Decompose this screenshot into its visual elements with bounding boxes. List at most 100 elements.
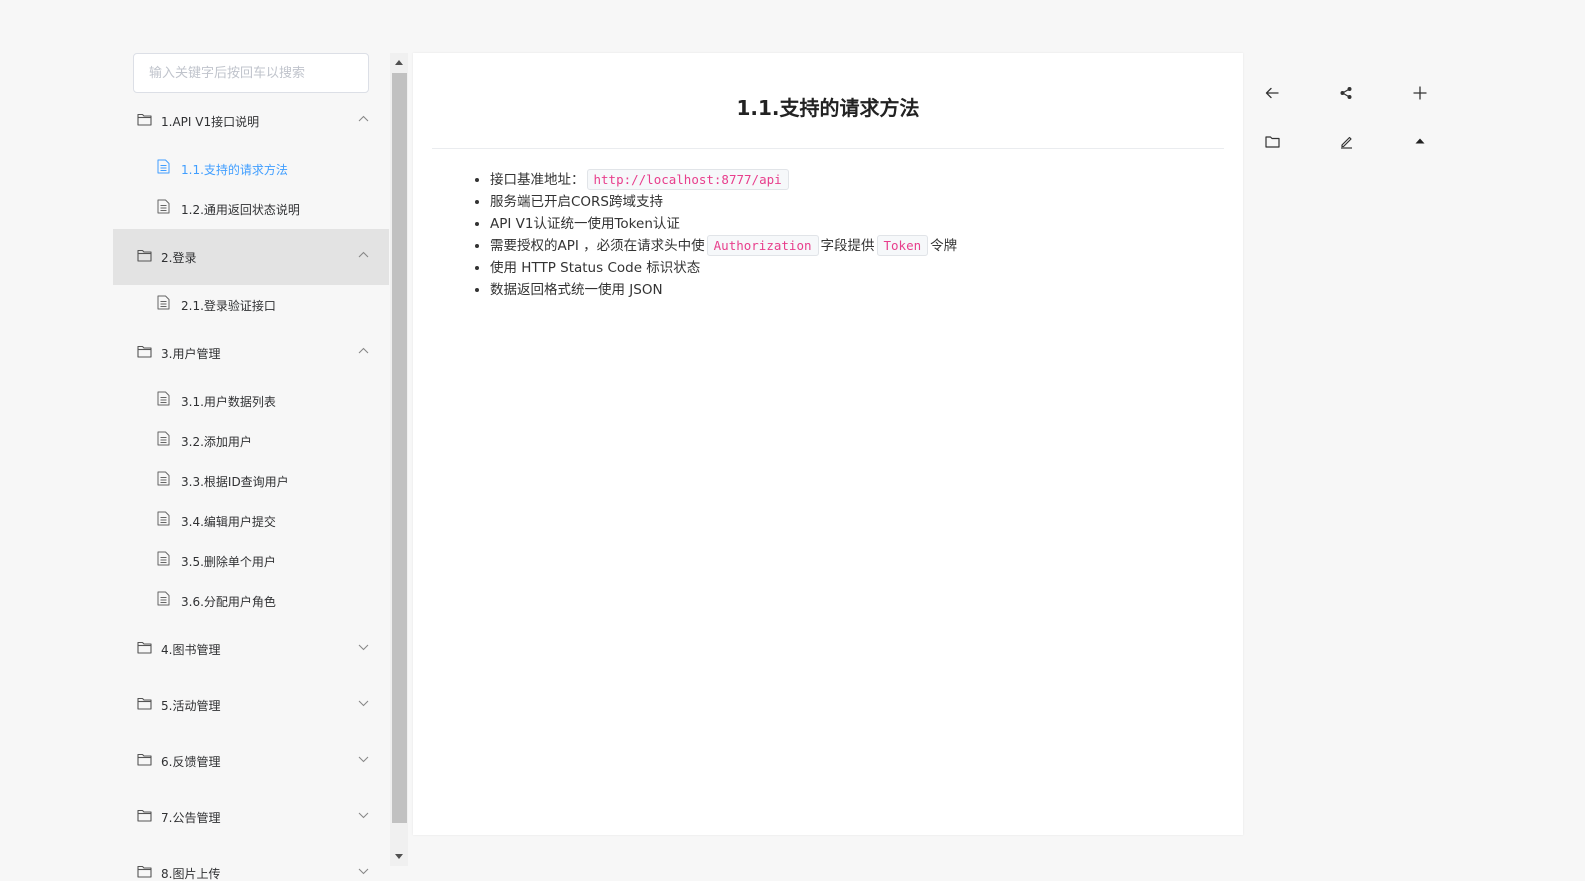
search-wrap [113,53,389,93]
menu-group: 4.图书管理 [113,621,389,677]
base-url-code: http://localhost:8777/api [586,169,789,190]
list-item: 接口基准地址：http://localhost:8777/api [490,169,1243,191]
menu-item-label: 3.2.添加用户 [181,434,252,449]
folder-icon [137,809,152,822]
document-icon [157,391,170,405]
menu-group-header[interactable]: 6.反馈管理 [113,733,389,789]
menu-item[interactable]: 3.5.删除单个用户 [113,541,389,581]
list-item: 服务端已开启CORS跨域支持 [490,191,1243,213]
menu-group-label: 2.登录 [161,250,197,265]
chevron-down-icon [358,700,369,707]
add-button[interactable] [1403,76,1437,110]
menu-group-label: 7.公告管理 [161,810,221,825]
folder-icon [137,249,152,262]
menu-item[interactable]: 3.1.用户数据列表 [113,381,389,421]
bullet-text: 字段提供 [820,238,875,254]
document-icon [157,551,170,565]
doc-content: 1.1.支持的请求方法 接口基准地址：http://localhost:8777… [413,53,1243,835]
document-icon [157,511,170,525]
menu-item[interactable]: 3.6.分配用户角色 [113,581,389,621]
list-item: API V1认证统一使用Token认证 [490,213,1243,235]
list-item: 使用 HTTP Status Code 标识状态 [490,257,1243,279]
title-divider [432,148,1224,149]
menu-group-label: 1.API V1接口说明 [161,114,260,129]
folder-icon [137,697,152,710]
search-input[interactable] [133,53,369,93]
caret-up-icon [1415,138,1425,144]
menu-item[interactable]: 3.2.添加用户 [113,421,389,461]
chevron-down-icon [358,868,369,875]
bullet-text: 接口基准地址： [490,172,585,188]
document-icon [157,431,170,445]
menu-group-header[interactable]: 4.图书管理 [113,621,389,677]
edit-button[interactable] [1329,124,1363,158]
folder-icon [137,345,152,358]
menu-group-header[interactable]: 5.活动管理 [113,677,389,733]
chevron-up-icon [358,251,369,258]
menu-group-header[interactable]: 7.公告管理 [113,789,389,845]
document-icon [157,591,170,605]
page-title: 1.1.支持的请求方法 [736,96,920,120]
menu-group-label: 5.活动管理 [161,698,221,713]
sidebar-scrollbar[interactable] [390,53,408,866]
chevron-up-icon [358,347,369,354]
folder-button[interactable] [1255,124,1289,158]
document-icon [157,295,170,309]
chevron-down-icon [358,644,369,651]
sidebar-menu: 1.API V1接口说明 1.1.支持的请求方法 1.2.通用返回状态说明 2.登录 2… [113,93,389,881]
menu-item[interactable]: 3.3.根据ID查询用户 [113,461,389,501]
menu-group: 3.用户管理 3.1.用户数据列表 3.2.添加用户 3.3.根据ID查询用户 3.4.… [113,325,389,621]
chevron-down-icon [358,812,369,819]
menu-group: 7.公告管理 [113,789,389,845]
authorization-code: Authorization [706,235,819,256]
folder-icon [1264,135,1280,148]
menu-group: 5.活动管理 [113,677,389,733]
scroll-top-button[interactable] [1403,124,1437,158]
back-arrow-icon [1265,87,1279,99]
sidebar: 1.API V1接口说明1.1.支持的请求方法1.2.通用返回状态说明2.登录2… [113,53,389,881]
folder-icon [137,753,152,766]
chevron-up-icon [358,115,369,122]
back-button[interactable] [1255,76,1289,110]
menu-group: 2.登录 2.1.登录验证接口 [113,229,389,325]
menu-group-header[interactable]: 3.用户管理 [113,325,389,381]
menu-item[interactable]: 3.4.编辑用户提交 [113,501,389,541]
menu-item-label: 2.1.登录验证接口 [181,298,276,313]
folder-icon [137,641,152,654]
token-code: Token [876,235,929,256]
menu-group: 8.图片上传 [113,845,389,881]
menu-item-label: 3.6.分配用户角色 [181,594,276,609]
menu-group: 1.API V1接口说明 1.1.支持的请求方法 1.2.通用返回状态说明 [113,93,389,229]
menu-group-label: 8.图片上传 [161,866,221,881]
bullet-text: 令牌 [930,238,958,254]
menu-item-label: 3.3.根据ID查询用户 [181,474,289,489]
list-item: 数据返回格式统一使用 JSON [490,279,1243,301]
menu-group-label: 6.反馈管理 [161,754,221,769]
bullet-text: API V1认证统一使用Token认证 [490,216,680,232]
menu-group-label: 4.图书管理 [161,642,221,657]
share-icon [1340,87,1352,99]
menu-item-label: 1.2.通用返回状态说明 [181,202,300,217]
scroll-down-arrow-icon[interactable] [395,854,403,859]
menu-item-label: 1.1.支持的请求方法 [181,162,288,177]
bullet-text: 使用 HTTP Status Code 标识状态 [490,260,701,276]
menu-item[interactable]: 2.1.登录验证接口 [113,285,389,325]
menu-group-header[interactable]: 8.图片上传 [113,845,389,881]
menu-group-header[interactable]: 1.API V1接口说明 [113,93,389,149]
edit-icon [1340,136,1352,149]
scroll-up-arrow-icon[interactable] [395,60,403,65]
menu-group-label: 3.用户管理 [161,346,221,361]
bullet-text: 数据返回格式统一使用 JSON [490,282,663,298]
menu-item[interactable]: 1.2.通用返回状态说明 [113,189,389,229]
folder-icon [137,865,152,878]
document-icon [157,159,170,173]
bullet-list: 接口基准地址：http://localhost:8777/api 服务端已开启C… [490,169,1243,301]
menu-group-header[interactable]: 2.登录 [113,229,389,285]
app-page: 1.API V1接口说明1.1.支持的请求方法1.2.通用返回状态说明2.登录2… [0,0,1585,881]
menu-item-label: 3.5.删除单个用户 [181,554,276,569]
scrollbar-thumb[interactable] [392,73,407,823]
share-button[interactable] [1329,76,1363,110]
menu-group: 6.反馈管理 [113,733,389,789]
bullet-text: 服务端已开启CORS跨域支持 [490,194,664,210]
menu-item[interactable]: 1.1.支持的请求方法 [113,149,389,189]
